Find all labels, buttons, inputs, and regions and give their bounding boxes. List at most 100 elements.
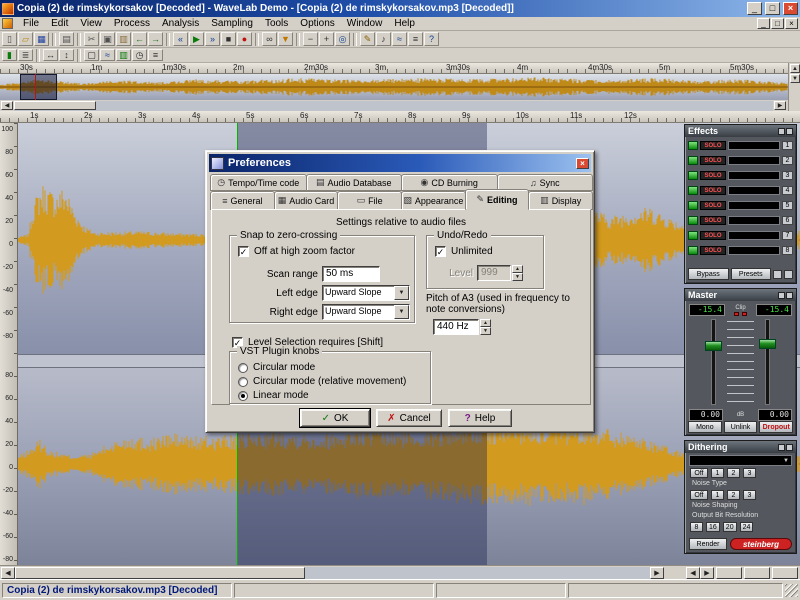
tab-editing[interactable]: ✎ Editing bbox=[464, 189, 530, 210]
scroll-left-button[interactable]: ◀ bbox=[1, 101, 13, 110]
noise-type-2-button[interactable]: 2 bbox=[727, 468, 740, 478]
add-effect-button[interactable] bbox=[773, 269, 782, 279]
menu-item-view[interactable]: View bbox=[74, 17, 108, 30]
unlimited-checkbox[interactable]: ✓ Unlimited bbox=[435, 246, 493, 257]
stop-button[interactable]: ■ bbox=[221, 32, 236, 46]
slot-solo-button[interactable]: SOLO bbox=[700, 246, 726, 255]
menu-item-sampling[interactable]: Sampling bbox=[205, 17, 259, 30]
mdi-restore-button[interactable]: □ bbox=[771, 18, 784, 29]
ok-button[interactable]: ✓ OK bbox=[300, 409, 370, 427]
magnifier-button[interactable]: ◎ bbox=[335, 32, 350, 46]
mdi-close-button[interactable]: × bbox=[785, 18, 798, 29]
slot-on-led[interactable] bbox=[688, 246, 698, 255]
slot-on-led[interactable] bbox=[688, 216, 698, 225]
slot-solo-button[interactable]: SOLO bbox=[700, 156, 726, 165]
noise-shaping-3-button[interactable]: 3 bbox=[743, 490, 756, 500]
dropout-button[interactable]: Dropout bbox=[759, 421, 794, 433]
slot-solo-button[interactable]: SOLO bbox=[700, 141, 726, 150]
scroll-right-button[interactable]: ▶ bbox=[650, 567, 664, 579]
bit-20-button[interactable]: 20 bbox=[722, 522, 737, 532]
undo-button[interactable]: ← bbox=[132, 32, 147, 46]
slot-solo-button[interactable]: SOLO bbox=[700, 186, 726, 195]
maximize-button[interactable]: □ bbox=[765, 2, 780, 15]
radio-dot[interactable] bbox=[238, 376, 248, 387]
timecode-button[interactable]: ◷ bbox=[132, 49, 147, 61]
mdi-minimize-button[interactable]: _ bbox=[757, 18, 770, 29]
left-edge-select[interactable]: Upward Slope ▼ bbox=[322, 285, 410, 301]
zoom-vertical-button[interactable]: ↕ bbox=[59, 49, 74, 61]
fader-handle-left[interactable] bbox=[705, 341, 722, 351]
analyze-button[interactable]: ≈ bbox=[392, 32, 407, 46]
menu-item-process[interactable]: Process bbox=[108, 17, 156, 30]
dialog-close-button[interactable]: × bbox=[576, 157, 589, 169]
redo-button[interactable]: → bbox=[148, 32, 163, 46]
overview-scrollbar[interactable]: ◀ ▶ bbox=[0, 100, 788, 113]
noise-type-3-button[interactable]: 3 bbox=[743, 468, 756, 478]
level-ruler[interactable]: 100 80 60 40 20 0 -20 -40 -60 -80 80 60 40 20 0 -20 -40 -… bbox=[0, 123, 18, 565]
zoom-horizontal-button[interactable]: ↔ bbox=[43, 49, 58, 61]
new-file-button[interactable]: ▯ bbox=[2, 32, 17, 46]
zoom-in-button[interactable]: + bbox=[319, 32, 334, 46]
menu-item-tools[interactable]: Tools bbox=[259, 17, 294, 30]
pitch-spinner[interactable]: ▲ ▼ bbox=[480, 319, 491, 335]
slot-on-led[interactable] bbox=[688, 186, 698, 195]
render-button[interactable]: Render bbox=[689, 538, 727, 550]
overview-waveform[interactable] bbox=[0, 74, 788, 100]
bypass-button[interactable]: Bypass bbox=[688, 268, 729, 280]
fader-handle-right[interactable] bbox=[759, 339, 776, 349]
record-button[interactable]: ● bbox=[237, 32, 252, 46]
help-button[interactable]: ? Help bbox=[448, 409, 512, 427]
slot-on-led[interactable] bbox=[688, 231, 698, 240]
master-panel-titlebar[interactable]: Master bbox=[685, 289, 796, 301]
tab-tempo-time-code[interactable]: ◷ Tempo/Time code bbox=[210, 174, 307, 191]
slot-solo-button[interactable]: SOLO bbox=[700, 216, 726, 225]
selection-tool-button[interactable]: ▢ bbox=[84, 49, 99, 61]
remove-effect-button[interactable] bbox=[784, 269, 793, 279]
resize-grip[interactable] bbox=[785, 583, 798, 597]
snap-toggle-button[interactable]: ≈ bbox=[100, 49, 115, 61]
vu-meter-button[interactable]: ▥ bbox=[116, 49, 131, 61]
radio-dot[interactable] bbox=[238, 390, 248, 401]
menu-item-analysis[interactable]: Analysis bbox=[156, 17, 205, 30]
noise-shaping-2-button[interactable]: 2 bbox=[727, 490, 740, 500]
open-file-button[interactable]: ▱ bbox=[18, 32, 33, 46]
dialog-titlebar[interactable]: Preferences × bbox=[209, 154, 591, 172]
off-at-high-zoom-checkbox[interactable]: ✓ Off at high zoom factor bbox=[238, 246, 355, 257]
radio-circular-mode[interactable]: Circular mode bbox=[238, 362, 315, 373]
zoom-chip[interactable] bbox=[744, 567, 770, 579]
slot-on-led[interactable] bbox=[688, 156, 698, 165]
noise-shaping-off-button[interactable]: Off bbox=[690, 490, 708, 500]
menu-item-edit[interactable]: Edit bbox=[45, 17, 74, 30]
tab-appearance[interactable]: ▧ Appearance bbox=[401, 191, 466, 210]
slot-on-led[interactable] bbox=[688, 141, 698, 150]
tab-audio-database[interactable]: ▤ Audio Database bbox=[305, 174, 402, 191]
minimize-button[interactable]: _ bbox=[747, 2, 762, 15]
paste-button[interactable]: ▥ bbox=[116, 32, 131, 46]
dropdown-arrow-icon[interactable]: ▼ bbox=[394, 286, 409, 300]
zoom-chip[interactable] bbox=[772, 567, 798, 579]
save-file-button[interactable]: ▦ bbox=[34, 32, 49, 46]
overview-down-button[interactable]: ▼ bbox=[790, 74, 800, 83]
cancel-button[interactable]: ✗ Cancel bbox=[376, 409, 442, 427]
config-button[interactable]: ≡ bbox=[148, 49, 163, 61]
noise-shaping-1-button[interactable]: 1 bbox=[711, 490, 724, 500]
close-button[interactable]: × bbox=[783, 2, 798, 15]
pencil-button[interactable]: ✎ bbox=[360, 32, 375, 46]
checkbox-box[interactable]: ✓ bbox=[435, 246, 446, 257]
clip-led-right[interactable] bbox=[742, 311, 747, 316]
marker-button[interactable]: ▼ bbox=[278, 32, 293, 46]
loop-button[interactable]: ∞ bbox=[262, 32, 277, 46]
effects-panel-titlebar[interactable]: Effects bbox=[685, 125, 796, 137]
panel-button[interactable] bbox=[786, 291, 793, 299]
dropdown-arrow-icon[interactable]: ▼ bbox=[394, 305, 409, 319]
cut-button[interactable]: ✂ bbox=[84, 32, 99, 46]
checkbox-box[interactable]: ✓ bbox=[238, 246, 249, 257]
scroll-thumb[interactable] bbox=[15, 567, 305, 579]
radio-dot[interactable] bbox=[238, 362, 248, 373]
noise-type-1-button[interactable]: 1 bbox=[711, 468, 724, 478]
panel-button[interactable] bbox=[778, 443, 785, 451]
right-edge-select[interactable]: Upward Slope ▼ bbox=[322, 304, 410, 320]
slot-on-led[interactable] bbox=[688, 201, 698, 210]
scroll-right-button[interactable]: ▶ bbox=[774, 101, 786, 110]
radio-circular-mode-relative-movement[interactable]: Circular mode (relative movement) bbox=[238, 376, 406, 387]
